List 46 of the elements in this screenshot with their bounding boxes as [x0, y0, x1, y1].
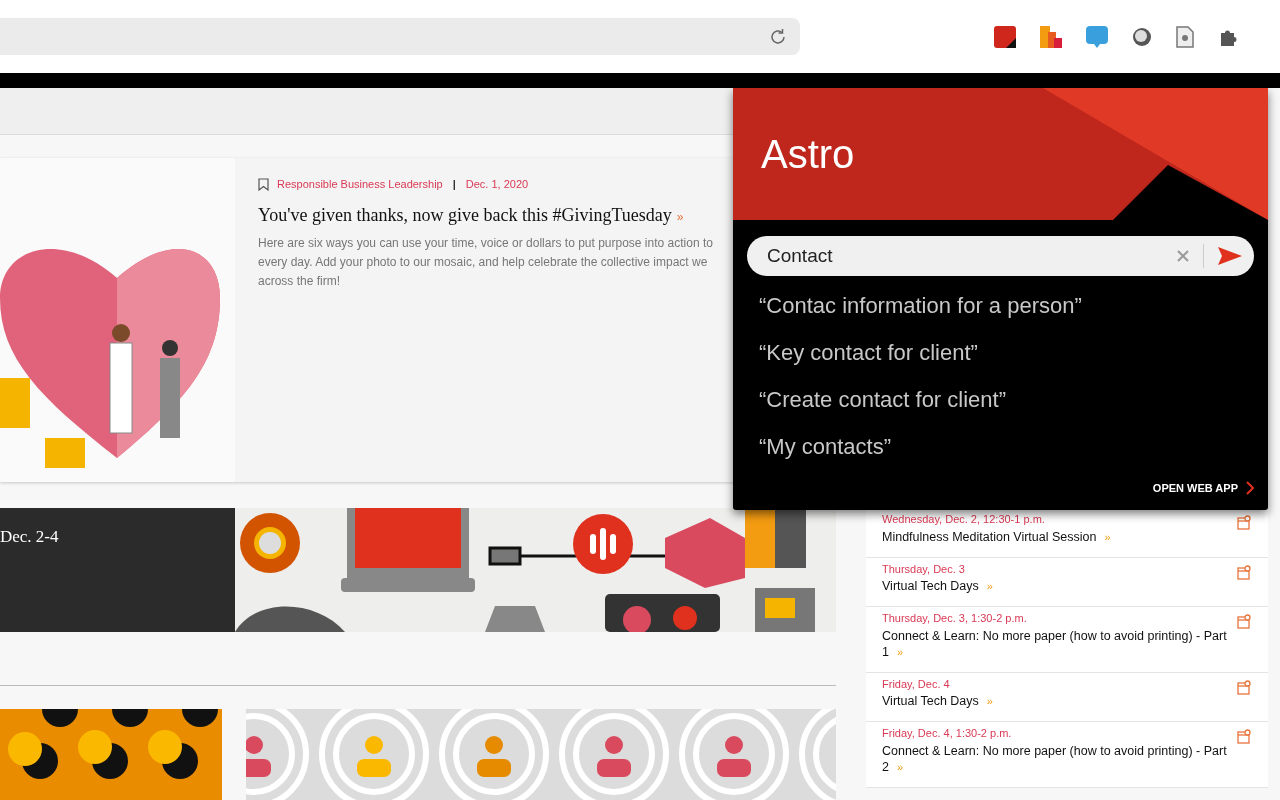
- circle-icon[interactable]: [1132, 26, 1152, 47]
- suggestion-item[interactable]: “My contacts”: [759, 433, 1268, 461]
- event-date: Wednesday, Dec. 2, 12:30-1 p.m.: [882, 512, 1046, 527]
- clear-icon[interactable]: [1177, 250, 1189, 262]
- summary-line: across the firm!: [258, 272, 342, 290]
- calendar-add-icon[interactable]: [1237, 564, 1251, 580]
- event-date: Friday, Dec. 4, 1:30-2 p.m.: [882, 726, 1013, 741]
- calendar-add-icon[interactable]: [1237, 679, 1251, 695]
- bookmark-icon[interactable]: [258, 177, 269, 191]
- speech-bubble-icon[interactable]: [1086, 25, 1108, 48]
- summary-line: Here are six ways you can use your time, voice or dollars to put purpose into action to: [258, 234, 713, 252]
- event-title[interactable]: Mindfulness Meditation Virtual Session »: [882, 528, 1229, 545]
- event-title[interactable]: Connect & Learn: No more paper (how to avoid printing) - Part 2 »: [882, 742, 1229, 775]
- search-input[interactable]: Contact: [767, 241, 1177, 271]
- bars-extension-icon[interactable]: [1040, 25, 1062, 48]
- extension-icon[interactable]: [994, 25, 1016, 48]
- event-date: Thursday, Dec. 3, 1:30-2 p.m.: [882, 611, 1028, 626]
- event-title[interactable]: Connect & Learn: No more paper (how to avoid printing) - Part 1 »: [882, 627, 1229, 660]
- event-title[interactable]: Virtual Tech Days »: [882, 578, 1229, 594]
- suggestion-item[interactable]: “Key contact for client”: [759, 339, 1268, 367]
- calendar-add-icon[interactable]: [1237, 614, 1251, 629]
- event-card[interactable]: Friday, Dec. 4 Virtual Tech Days »: [866, 672, 1268, 722]
- event-card[interactable]: Wednesday, Dec. 2, 12:30-1 p.m. Mindfulness Meditation Virtual Session »: [866, 508, 1268, 558]
- event-dates: Dec. 2-4: [0, 527, 59, 546]
- suggestion-item[interactable]: “Contac information for a person”: [759, 292, 1268, 320]
- suggestion-item[interactable]: “Create contact for client”: [759, 386, 1268, 414]
- article-date: Dec. 1, 2020: [465, 177, 529, 192]
- open-web-app-link[interactable]: OPEN WEB APP: [1152, 479, 1238, 496]
- send-icon[interactable]: [1218, 247, 1242, 265]
- chevron-right-icon[interactable]: [1246, 480, 1254, 495]
- article-category[interactable]: Responsible Business Leadership: [277, 176, 443, 193]
- event-date: Friday, Dec. 4: [882, 676, 951, 692]
- event-date: Thursday, Dec. 3: [882, 561, 966, 577]
- event-card[interactable]: Thursday, Dec. 3, 1:30-2 p.m. Connect & Learn: No more paper (how to avoid printing) - Part 1 »: [866, 607, 1268, 673]
- search-bar[interactable]: Contact: [747, 236, 1254, 276]
- summary-line: every day. Add your photo to our mosaic, and help celebrate the collective impact we: [258, 253, 709, 271]
- calendar-add-icon[interactable]: [1237, 515, 1251, 530]
- event-card[interactable]: Friday, Dec. 4, 1:30-2 p.m. Connect & Learn: No more paper (how to avoid printing) - Part 2 »: [866, 722, 1268, 788]
- separator: |: [451, 177, 457, 192]
- assistant-title: Astro: [761, 131, 855, 178]
- calendar-add-icon[interactable]: [1237, 729, 1251, 744]
- reload-icon[interactable]: [768, 26, 788, 47]
- document-icon[interactable]: [1176, 25, 1194, 48]
- event-card[interactable]: Thursday, Dec. 3 Virtual Tech Days »: [866, 557, 1268, 607]
- article-headline[interactable]: You've given thanks, now give back this #GivingTuesday: [258, 201, 672, 229]
- event-title[interactable]: Virtual Tech Days »: [882, 693, 1229, 709]
